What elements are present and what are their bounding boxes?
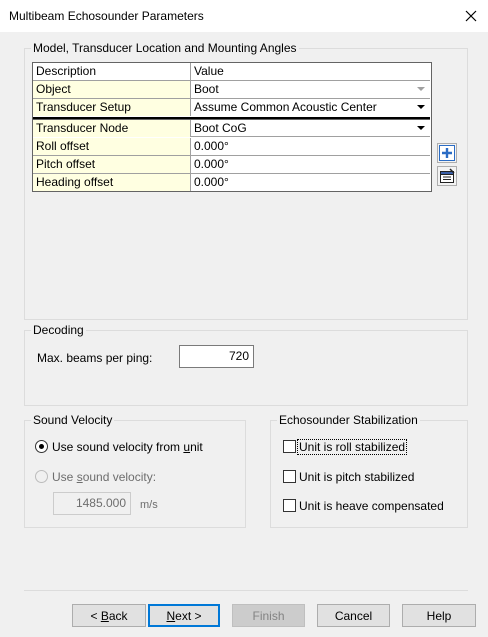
- button-separator: [24, 590, 468, 591]
- transducer-node-dropdown[interactable]: [413, 121, 429, 136]
- properties-icon: [440, 168, 455, 183]
- velocity-unit: m/s: [140, 499, 158, 511]
- row-label: Roll offset: [33, 138, 191, 155]
- header-description: Description: [33, 63, 191, 80]
- plus-icon: [439, 145, 455, 161]
- radio-manual-velocity[interactable]: [35, 470, 48, 483]
- edit-node-button[interactable]: [437, 166, 457, 186]
- row-pitch-offset[interactable]: Pitch offset 0.000°: [33, 156, 430, 174]
- radio-unit-velocity[interactable]: [35, 440, 48, 453]
- heading-offset-value[interactable]: 0.000°: [191, 174, 430, 191]
- chevron-down-icon: [417, 87, 425, 91]
- heave-compensated-checkbox[interactable]: [283, 499, 296, 512]
- pitch-stabilized-label[interactable]: Unit is pitch stabilized: [299, 470, 414, 484]
- cancel-button[interactable]: Cancel: [317, 604, 390, 627]
- manual-velocity-label[interactable]: Use sound velocity:: [52, 470, 156, 484]
- row-label: Transducer Setup: [33, 99, 191, 116]
- row-label: Object: [33, 81, 191, 98]
- object-value: Boot: [194, 82, 219, 96]
- roll-stabilized-label[interactable]: Unit is roll stabilized: [297, 439, 408, 455]
- row-label: Heading offset: [33, 174, 191, 191]
- back-button[interactable]: < Back: [72, 604, 146, 627]
- roll-offset-value[interactable]: 0.000°: [191, 138, 430, 155]
- header-value: Value: [191, 63, 430, 80]
- heave-compensated-label[interactable]: Unit is heave compensated: [299, 499, 444, 513]
- pitch-stabilized-checkbox[interactable]: [283, 470, 296, 483]
- row-transducer-setup[interactable]: Transducer Setup Assume Common Acoustic …: [33, 99, 430, 119]
- unit-velocity-label[interactable]: Use sound velocity from unit: [52, 440, 203, 454]
- grid-header: Description Value: [33, 63, 430, 81]
- model-group-legend: Model, Transducer Location and Mounting …: [31, 41, 299, 55]
- pitch-offset-value[interactable]: 0.000°: [191, 156, 430, 173]
- chevron-down-icon: [417, 126, 425, 130]
- help-button[interactable]: Help: [402, 604, 476, 627]
- row-transducer-node[interactable]: Transducer Node Boot CoG: [33, 119, 430, 137]
- close-icon: [465, 10, 477, 22]
- row-roll-offset[interactable]: Roll offset 0.000°: [33, 138, 430, 156]
- row-heading-offset[interactable]: Heading offset 0.000°: [33, 174, 430, 192]
- velocity-input[interactable]: 1485.000: [53, 492, 131, 515]
- add-node-button[interactable]: [437, 143, 457, 163]
- sound-velocity-legend: Sound Velocity: [31, 413, 115, 427]
- row-label: Pitch offset: [33, 156, 191, 173]
- object-dropdown: [413, 82, 429, 97]
- finish-button[interactable]: Finish: [232, 604, 305, 627]
- roll-stabilized-checkbox[interactable]: [283, 440, 296, 453]
- decoding-legend: Decoding: [31, 323, 86, 337]
- stabilization-legend: Echosounder Stabilization: [277, 413, 420, 427]
- max-beams-input[interactable]: 720: [179, 345, 254, 368]
- transducer-setup-dropdown[interactable]: [413, 100, 429, 115]
- close-button[interactable]: [456, 2, 486, 30]
- property-grid: Description Value Object Boot Transducer…: [32, 62, 432, 192]
- max-beams-label: Max. beams per ping:: [37, 351, 153, 365]
- transducer-node-value: Boot CoG: [194, 121, 247, 135]
- row-label: Transducer Node: [33, 120, 191, 137]
- window-title: Multibeam Echosounder Parameters: [9, 9, 204, 23]
- next-button[interactable]: Next >: [148, 604, 220, 627]
- chevron-down-icon: [417, 105, 425, 109]
- transducer-setup-value: Assume Common Acoustic Center: [194, 100, 377, 114]
- row-object[interactable]: Object Boot: [33, 81, 430, 99]
- decoding-group: [24, 330, 468, 406]
